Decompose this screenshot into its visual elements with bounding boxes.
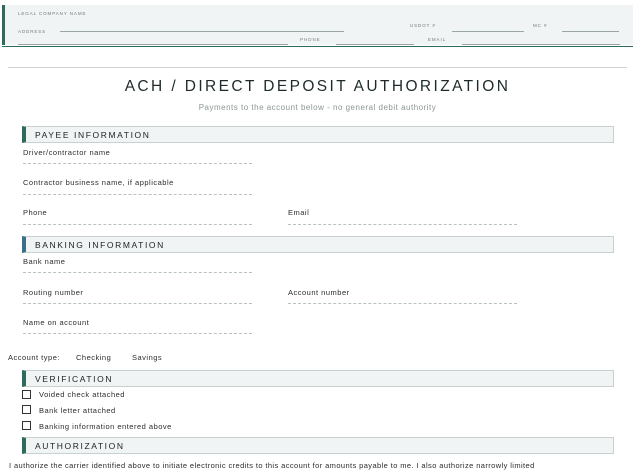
section-title: AUTHORIZATION xyxy=(35,441,125,451)
phone-field[interactable] xyxy=(23,224,252,225)
bank-name-label: Bank name xyxy=(23,257,66,266)
driver-name-label: Driver/contractor name xyxy=(23,148,111,157)
section-authorization: AUTHORIZATION xyxy=(22,437,614,454)
name-on-account-label: Name on account xyxy=(23,318,90,327)
account-number-field[interactable] xyxy=(288,303,517,304)
name-on-account-field[interactable] xyxy=(23,333,252,334)
email-label: Email xyxy=(288,208,310,217)
account-number-label: Account number xyxy=(288,288,350,297)
section-verification: VERIFICATION xyxy=(22,370,614,387)
letterhead-rule xyxy=(2,46,633,47)
business-name-label: Contractor business name, if applicable xyxy=(23,178,174,187)
authorization-text: I authorize the carrier identified above… xyxy=(9,461,535,470)
account-type-label: Account type: xyxy=(8,353,60,362)
mc-line[interactable] xyxy=(562,31,619,32)
phone-label: Phone xyxy=(23,208,48,217)
address-line[interactable] xyxy=(18,44,288,45)
legal-company-name-line[interactable] xyxy=(60,31,344,32)
legal-company-name-label: LEGAL COMPANY NAME xyxy=(18,11,87,16)
account-type-savings-option[interactable]: Savings xyxy=(132,353,162,362)
bank-name-field[interactable] xyxy=(23,272,252,273)
bank-letter-checkbox[interactable] xyxy=(22,405,31,414)
mc-label: MC # xyxy=(533,23,548,28)
page-subtitle: Payments to the account below - no gener… xyxy=(198,103,437,112)
banking-info-entered-label: Banking information entered above xyxy=(39,422,172,431)
usdot-label: USDOT # xyxy=(410,23,436,28)
email-label-header: EMAIL xyxy=(428,37,447,42)
routing-number-field[interactable] xyxy=(23,303,252,304)
section-payee-information: PAYEE INFORMATION xyxy=(22,126,614,143)
usdot-line[interactable] xyxy=(452,31,524,32)
voided-check-checkbox[interactable] xyxy=(22,390,31,399)
account-type-checking-option[interactable]: Checking xyxy=(76,353,111,362)
section-title: VERIFICATION xyxy=(35,374,114,384)
business-name-field[interactable] xyxy=(23,194,252,195)
section-banking-information: BANKING INFORMATION xyxy=(22,236,614,253)
routing-number-label: Routing number xyxy=(23,288,84,297)
phone-label: PHONE xyxy=(300,37,321,42)
driver-name-field[interactable] xyxy=(23,163,252,164)
voided-check-label: Voided check attached xyxy=(39,390,125,399)
section-title: BANKING INFORMATION xyxy=(35,240,165,250)
email-line-header[interactable] xyxy=(462,44,620,45)
bank-letter-label: Bank letter attached xyxy=(39,406,116,415)
phone-line[interactable] xyxy=(336,44,414,45)
page-title: ACH / DIRECT DEPOSIT AUTHORIZATION xyxy=(124,78,511,95)
title-rule xyxy=(8,67,627,68)
address-label: ADDRESS xyxy=(18,29,47,34)
banking-info-entered-checkbox[interactable] xyxy=(22,421,31,430)
section-title: PAYEE INFORMATION xyxy=(35,130,151,140)
email-field[interactable] xyxy=(288,224,517,225)
